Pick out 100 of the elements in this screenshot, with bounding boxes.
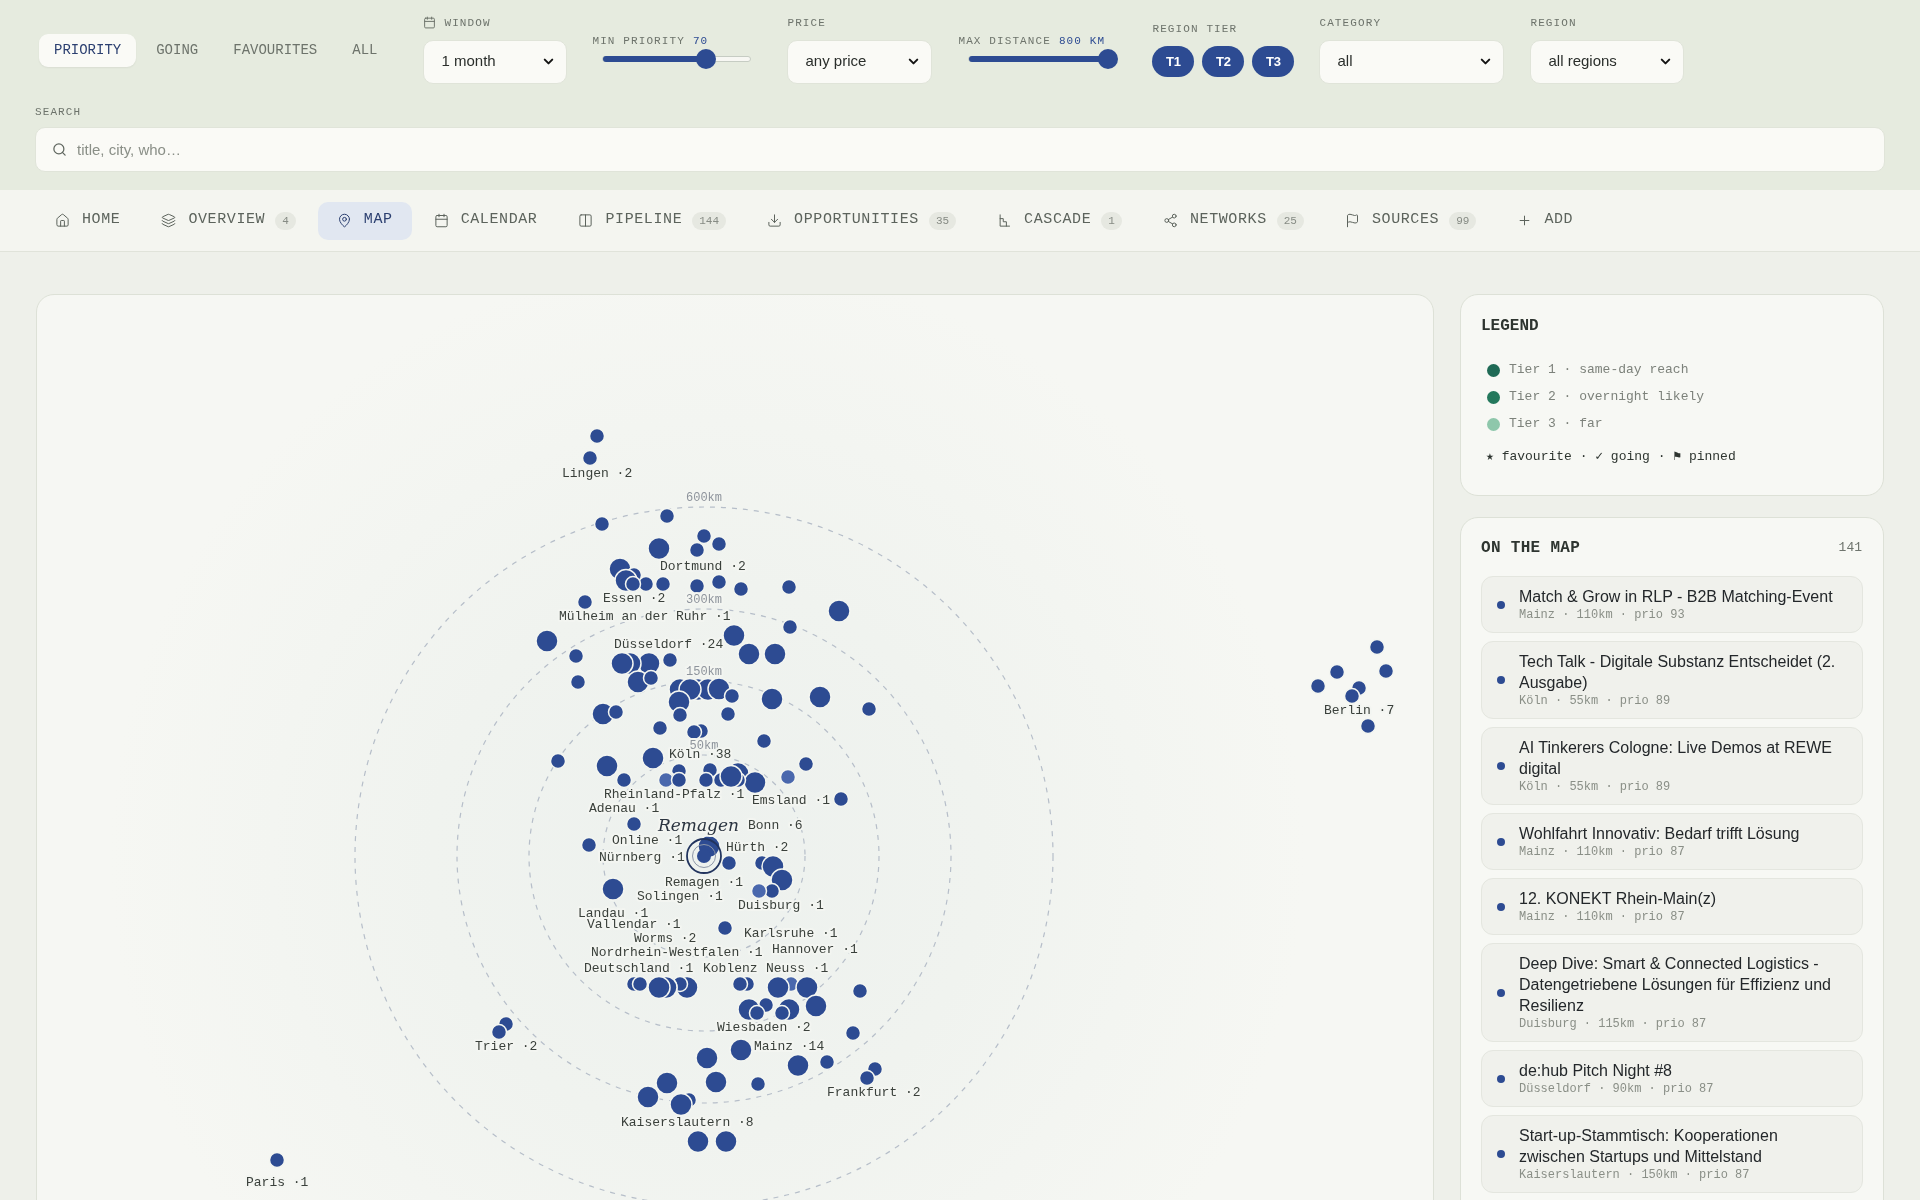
map-marker[interactable] xyxy=(710,535,728,553)
map-marker[interactable] xyxy=(624,575,642,593)
map-marker[interactable] xyxy=(647,975,671,1000)
map-marker[interactable] xyxy=(797,755,815,773)
map-marker[interactable] xyxy=(580,836,598,854)
map-marker[interactable] xyxy=(714,1129,738,1154)
price-select[interactable]: any price xyxy=(787,39,933,84)
map-marker[interactable] xyxy=(685,723,703,741)
map-marker[interactable] xyxy=(804,994,828,1018)
map-marker[interactable] xyxy=(1368,638,1386,656)
map-marker[interactable] xyxy=(581,449,599,467)
event-item[interactable]: Wohlfahrt Innovativ: Bedarf trifft Lösung Mainz · 110km · prio 87 xyxy=(1481,813,1863,870)
tier-chip[interactable]: T3 xyxy=(1252,46,1295,77)
map-marker[interactable] xyxy=(773,1004,791,1022)
map-marker[interactable] xyxy=(755,732,773,750)
map-marker[interactable] xyxy=(851,982,869,1000)
map-marker[interactable] xyxy=(737,642,761,666)
map-marker[interactable] xyxy=(766,975,790,1000)
map-marker[interactable] xyxy=(588,427,606,445)
map-marker[interactable] xyxy=(704,1070,728,1094)
map-marker[interactable] xyxy=(615,771,633,789)
map-marker[interactable] xyxy=(490,1023,508,1041)
nav-tab[interactable]: HOME xyxy=(36,201,140,240)
map-marker[interactable] xyxy=(655,1071,679,1095)
event-item[interactable]: Tech Talk - Digitale Substanz Entscheidet (2. Ausgabe) Köln · 55km · prio 89 xyxy=(1481,641,1863,719)
nav-tab[interactable]: SOURCES 99 xyxy=(1325,201,1496,240)
map-marker[interactable] xyxy=(748,1004,766,1022)
map-marker[interactable] xyxy=(695,1046,719,1070)
map-marker[interactable] xyxy=(860,700,878,718)
filter-tab[interactable]: PRIORITY xyxy=(39,33,137,67)
map-marker[interactable] xyxy=(719,705,737,723)
tier-chip[interactable]: T2 xyxy=(1202,46,1245,77)
map-marker[interactable] xyxy=(844,1024,862,1042)
nav-tab[interactable]: PIPELINE 144 xyxy=(559,201,746,240)
map-marker[interactable] xyxy=(1343,687,1361,705)
map-marker[interactable] xyxy=(670,771,688,789)
nav-tab[interactable]: NETWORKS 25 xyxy=(1143,201,1323,240)
map-marker[interactable] xyxy=(569,673,587,691)
map-marker[interactable] xyxy=(647,536,671,561)
nav-tab[interactable]: CASCADE 1 xyxy=(978,201,1141,240)
map-marker[interactable] xyxy=(686,1129,710,1154)
map-marker[interactable] xyxy=(743,770,767,795)
window-select[interactable]: 1 month xyxy=(423,39,568,84)
filter-tab[interactable]: FAVOURITES xyxy=(218,33,333,67)
map-marker[interactable] xyxy=(732,580,750,598)
map-marker[interactable] xyxy=(722,623,746,648)
map-marker[interactable] xyxy=(720,854,738,872)
category-select[interactable]: all xyxy=(1319,39,1505,84)
map-marker[interactable] xyxy=(654,575,672,593)
map-marker[interactable] xyxy=(695,527,713,545)
event-item[interactable]: de:hub Pitch Night #8 Düsseldorf · 90km · prio 87 xyxy=(1481,1050,1863,1107)
map-marker[interactable] xyxy=(658,507,676,525)
map-marker[interactable] xyxy=(719,764,743,789)
map-marker[interactable] xyxy=(601,877,625,901)
filter-tab[interactable]: ALL xyxy=(337,33,393,67)
event-item[interactable]: 12. KONEKT Rhein-Main(z) Mainz · 110km · prio 87 xyxy=(1481,878,1863,935)
map-marker[interactable] xyxy=(549,752,567,770)
map-marker[interactable] xyxy=(832,790,850,808)
slider-thumb[interactable] xyxy=(1098,49,1119,69)
map-marker[interactable] xyxy=(723,687,741,705)
map-marker[interactable] xyxy=(669,1092,693,1117)
map-marker[interactable] xyxy=(858,1069,876,1087)
map-marker[interactable] xyxy=(781,618,799,636)
map-marker[interactable] xyxy=(780,578,798,596)
map-marker[interactable] xyxy=(716,919,734,937)
map-marker[interactable] xyxy=(749,1075,767,1093)
map-marker[interactable] xyxy=(818,1053,836,1071)
map-marker[interactable] xyxy=(688,577,706,595)
map-marker[interactable] xyxy=(610,651,634,676)
map-marker[interactable] xyxy=(636,1085,660,1109)
nav-tab[interactable]: OPPORTUNITIES 35 xyxy=(748,201,976,240)
map-marker[interactable] xyxy=(1377,662,1395,680)
map-marker[interactable] xyxy=(808,685,832,709)
map-marker[interactable] xyxy=(710,573,728,591)
map-marker[interactable] xyxy=(641,746,665,770)
event-item[interactable]: Deep Dive: Smart & Connected Logistics - Datengetriebene Lösungen für Effizienz und Resilienz Duisburg · 115km · prio 87 xyxy=(1481,943,1863,1042)
map-marker[interactable] xyxy=(576,593,594,611)
tier-chip[interactable]: T1 xyxy=(1152,46,1195,77)
search-field[interactable]: title, city, who… xyxy=(35,127,1885,172)
region-select[interactable]: all regions xyxy=(1530,39,1685,84)
map-marker[interactable] xyxy=(697,771,715,789)
map-marker[interactable] xyxy=(729,1038,753,1062)
map-marker[interactable] xyxy=(786,1053,810,1078)
map-marker[interactable] xyxy=(795,975,819,1000)
map-marker[interactable] xyxy=(567,647,585,665)
map-marker[interactable] xyxy=(707,677,731,701)
nav-tab[interactable]: MAP xyxy=(317,201,412,240)
map-marker[interactable] xyxy=(593,515,611,533)
slider-thumb[interactable] xyxy=(696,49,717,69)
filter-tab[interactable]: GOING xyxy=(141,33,214,67)
map-marker[interactable] xyxy=(661,651,679,669)
map-marker[interactable] xyxy=(763,642,787,666)
map-marker[interactable] xyxy=(827,599,851,623)
home-marker[interactable] xyxy=(686,838,722,874)
map-marker[interactable] xyxy=(1309,677,1327,695)
map-marker[interactable] xyxy=(1359,717,1377,735)
map-marker[interactable] xyxy=(268,1151,286,1169)
map-marker[interactable] xyxy=(535,629,559,653)
nav-tab[interactable]: OVERVIEW 4 xyxy=(142,201,315,240)
map-marker[interactable] xyxy=(651,719,669,737)
